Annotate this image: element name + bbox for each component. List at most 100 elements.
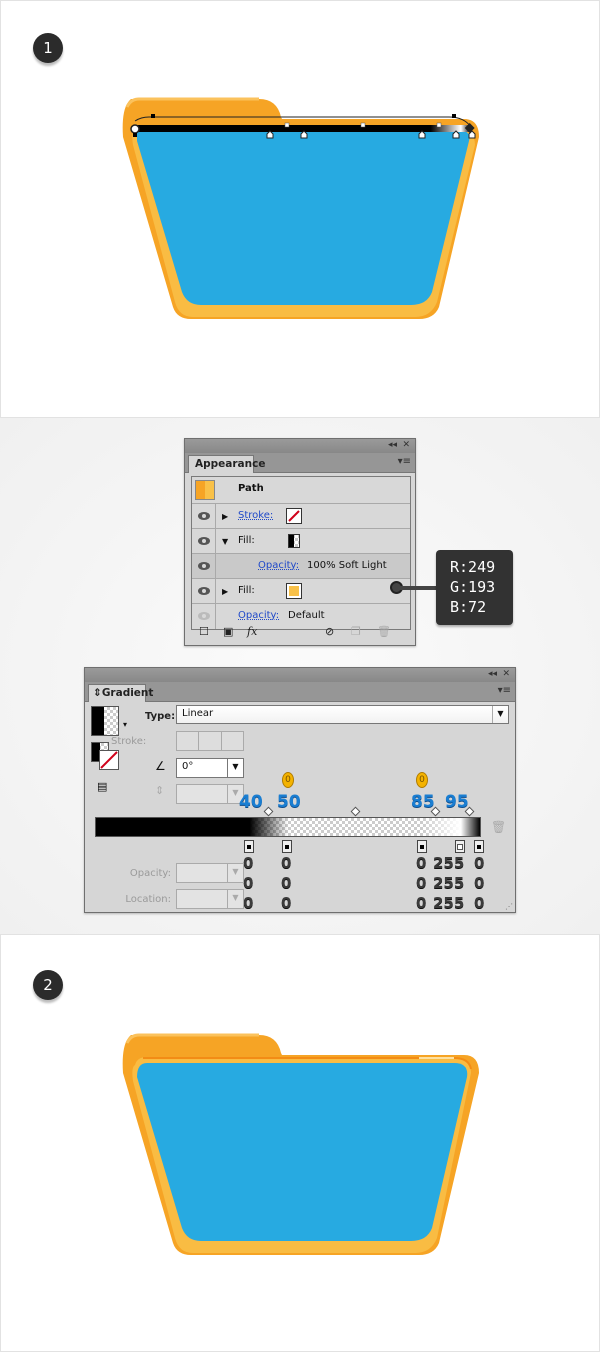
tab-appearance[interactable]: Appearance — [188, 455, 265, 473]
appearance-row-opacity[interactable]: Opacity: 100% Soft Light — [192, 554, 410, 579]
stop-red-value: 0 — [474, 854, 485, 872]
gradient-fill-swatch[interactable] — [288, 534, 300, 548]
panel-titlebar[interactable]: ◂◂ ✕ — [185, 439, 415, 453]
panel-tabbar: ⇕Gradient ▾≡ — [85, 682, 515, 702]
visibility-eye-icon[interactable] — [198, 587, 210, 595]
stop-location-label: 50 — [277, 792, 301, 812]
reverse-gradient-icon[interactable]: ▤ — [97, 780, 107, 793]
stroke-gradient-options — [176, 731, 244, 751]
stop-opacity-input[interactable]: ▼ — [176, 863, 244, 883]
type-select[interactable]: Linear ▼ — [176, 705, 509, 724]
visibility-eye-icon[interactable] — [198, 612, 210, 620]
apply-within-stroke-button[interactable] — [177, 732, 200, 750]
apply-across-stroke-button[interactable] — [221, 732, 243, 750]
gradient-annotator-bar — [135, 125, 471, 132]
type-label: Type: — [145, 711, 176, 722]
step-1-canvas: 1 — [0, 0, 600, 418]
aspect-ratio-input[interactable]: ▼ — [176, 784, 244, 804]
anchor-point — [452, 114, 456, 118]
collapse-icon[interactable]: ◂◂ — [388, 440, 397, 450]
panel-menu-icon[interactable]: ▾≡ — [398, 456, 411, 467]
gradient-origin-handle — [130, 124, 140, 134]
chevron-down-icon[interactable]: ▼ — [227, 759, 243, 777]
clear-appearance-icon[interactable]: ⊘ — [325, 625, 334, 638]
gradient-presets-dropdown-icon[interactable]: ▾ — [123, 720, 127, 729]
delete-item-icon[interactable]: 🗑 — [377, 625, 391, 638]
stroke-label: Stroke: — [111, 736, 147, 747]
blue-value: B:72 — [450, 598, 487, 616]
chevron-down-icon: ▼ — [227, 890, 243, 908]
appearance-row-stroke[interactable]: ▶ Stroke: — [192, 504, 410, 529]
angle-icon: ∠ — [155, 759, 166, 773]
opacity-annotation: 0 — [282, 772, 294, 788]
gradient-stop[interactable] — [455, 840, 465, 853]
stop-red-value: 0 — [281, 854, 292, 872]
gradient-stop[interactable] — [417, 840, 427, 853]
stop-red-value: 0 — [416, 854, 427, 872]
stop-blue-value: 0 — [474, 894, 485, 912]
close-icon[interactable]: ✕ — [402, 440, 410, 450]
folder-front-blue — [137, 1063, 468, 1241]
opacity-value: Default — [288, 610, 325, 621]
collapse-triangle-icon[interactable]: ▼ — [222, 537, 228, 546]
stop-location-label: 85 — [411, 792, 435, 812]
angle-value: 0° — [182, 761, 194, 772]
color-value-callout: R:249 G:193 B:72 — [436, 550, 513, 625]
appearance-row-fill-gradient[interactable]: ▼ Fill: — [192, 529, 410, 554]
collapse-icon[interactable]: ◂◂ — [488, 669, 497, 679]
resize-grip-icon[interactable]: ⋰ — [505, 902, 513, 911]
anchor-point — [133, 133, 137, 137]
expand-triangle-icon[interactable]: ▶ — [222, 512, 228, 521]
green-value: G:193 — [450, 578, 496, 596]
type-value: Linear — [182, 708, 214, 719]
visibility-eye-icon[interactable] — [198, 512, 210, 520]
add-new-fill-icon[interactable]: ▣ — [223, 625, 233, 638]
appearance-row-path[interactable]: Path — [192, 477, 410, 504]
duplicate-item-icon[interactable]: ❐ — [351, 625, 361, 638]
appearance-footer: ☐ ▣ fx ⊘ ❐ 🗑 — [191, 625, 411, 641]
gradient-preview-swatch[interactable] — [91, 706, 119, 736]
location-label: Location: — [125, 894, 171, 905]
visibility-eye-icon[interactable] — [198, 562, 210, 570]
appearance-row-fill-solid[interactable]: ▶ Fill: — [192, 579, 410, 604]
chevron-down-icon: ▼ — [227, 864, 243, 882]
midpoint-diamond[interactable] — [350, 806, 361, 817]
add-new-stroke-icon[interactable]: ☐ — [199, 625, 209, 638]
folder-front-blue — [137, 131, 470, 305]
callout-connector — [396, 586, 438, 590]
stop-green-value: 0 — [474, 874, 485, 892]
step-number-badge: 2 — [33, 970, 63, 1000]
gradient-slider[interactable] — [95, 817, 481, 837]
opacity-link[interactable]: Opacity: — [258, 560, 299, 571]
panel-menu-icon[interactable]: ▾≡ — [498, 685, 511, 696]
midpoint-diamond[interactable] — [263, 806, 274, 817]
gradient-stop[interactable] — [474, 840, 484, 853]
stop-location-input[interactable]: ▼ — [176, 889, 244, 909]
solid-fill-swatch[interactable] — [286, 583, 302, 599]
none-slash-icon — [288, 510, 300, 522]
panel-titlebar[interactable]: ◂◂ ✕ — [85, 668, 515, 682]
expand-triangle-icon[interactable]: ▶ — [222, 587, 228, 596]
stroke-link[interactable]: Stroke: — [238, 510, 273, 521]
opacity-link[interactable]: Opacity: — [238, 610, 279, 621]
midpoint-marker — [360, 122, 366, 128]
appearance-list: Path ▶ Stroke: ▼ Fill: Opacity: 100% Sof… — [191, 476, 411, 630]
stop-location-label: 40 — [239, 792, 263, 812]
stop-red-value: 255 — [433, 854, 465, 872]
object-label: Path — [238, 483, 264, 494]
gradient-stop[interactable] — [244, 840, 254, 853]
red-value: R:249 — [450, 558, 496, 576]
visibility-eye-icon[interactable] — [198, 537, 210, 545]
delete-stop-icon[interactable]: 🗑 — [491, 820, 506, 834]
close-icon[interactable]: ✕ — [502, 669, 510, 679]
tab-gradient[interactable]: ⇕Gradient — [88, 684, 153, 702]
stop-blue-value: 255 — [433, 894, 465, 912]
gradient-stop[interactable] — [282, 840, 292, 853]
panel-tabbar: Appearance ▾≡ — [185, 453, 415, 473]
chevron-down-icon: ▼ — [492, 706, 508, 723]
stroke-none-swatch[interactable] — [286, 508, 302, 524]
fx-icon[interactable]: fx — [247, 625, 257, 638]
angle-input[interactable]: 0° ▼ — [176, 758, 244, 778]
apply-along-stroke-button[interactable] — [199, 732, 222, 750]
stroke-none-swatch[interactable] — [99, 750, 119, 770]
